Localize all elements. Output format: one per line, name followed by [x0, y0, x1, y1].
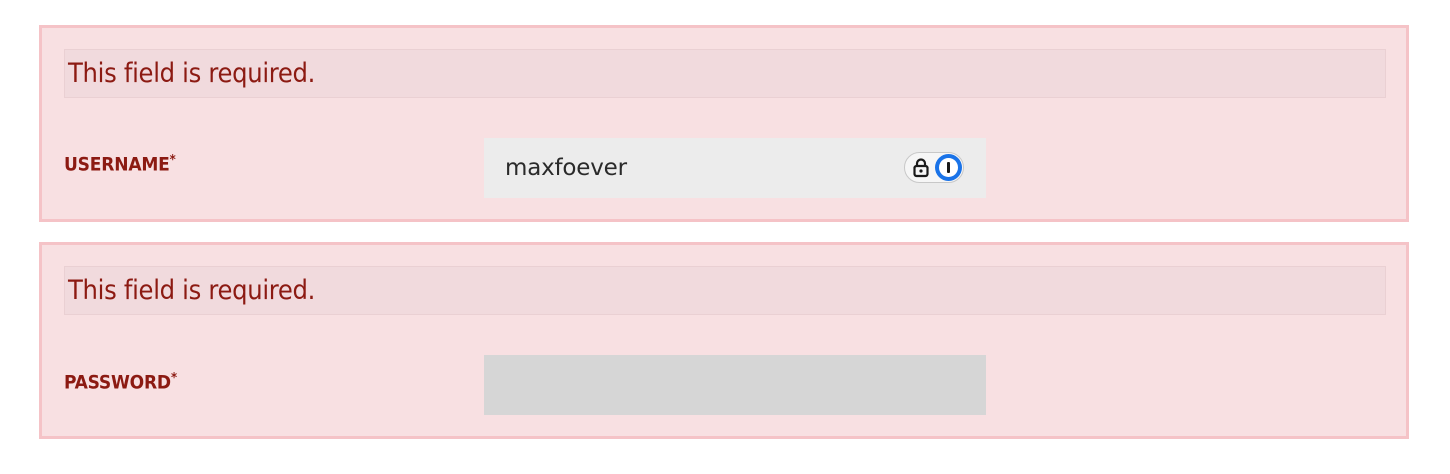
required-asterisk: * — [170, 371, 177, 386]
username-label: USERNAME* — [64, 152, 176, 175]
password-label: PASSWORD* — [64, 370, 177, 393]
required-asterisk: * — [169, 153, 176, 168]
password-manager-badge[interactable] — [904, 152, 964, 183]
username-input-value[interactable]: maxfoever — [505, 155, 627, 181]
password-error-message: This field is required. — [64, 266, 1386, 315]
onepassword-icon[interactable] — [935, 154, 962, 181]
username-input[interactable]: maxfoever — [484, 138, 986, 198]
password-input[interactable] — [484, 355, 986, 415]
lock-icon — [913, 157, 929, 177]
username-error-message: This field is required. — [64, 49, 1386, 98]
username-label-text: USERNAME — [64, 153, 170, 176]
password-field-group: This field is required. PASSWORD* — [39, 242, 1409, 439]
username-field-group: This field is required. USERNAME* maxfoe… — [39, 25, 1409, 222]
password-label-text: PASSWORD — [64, 371, 171, 394]
